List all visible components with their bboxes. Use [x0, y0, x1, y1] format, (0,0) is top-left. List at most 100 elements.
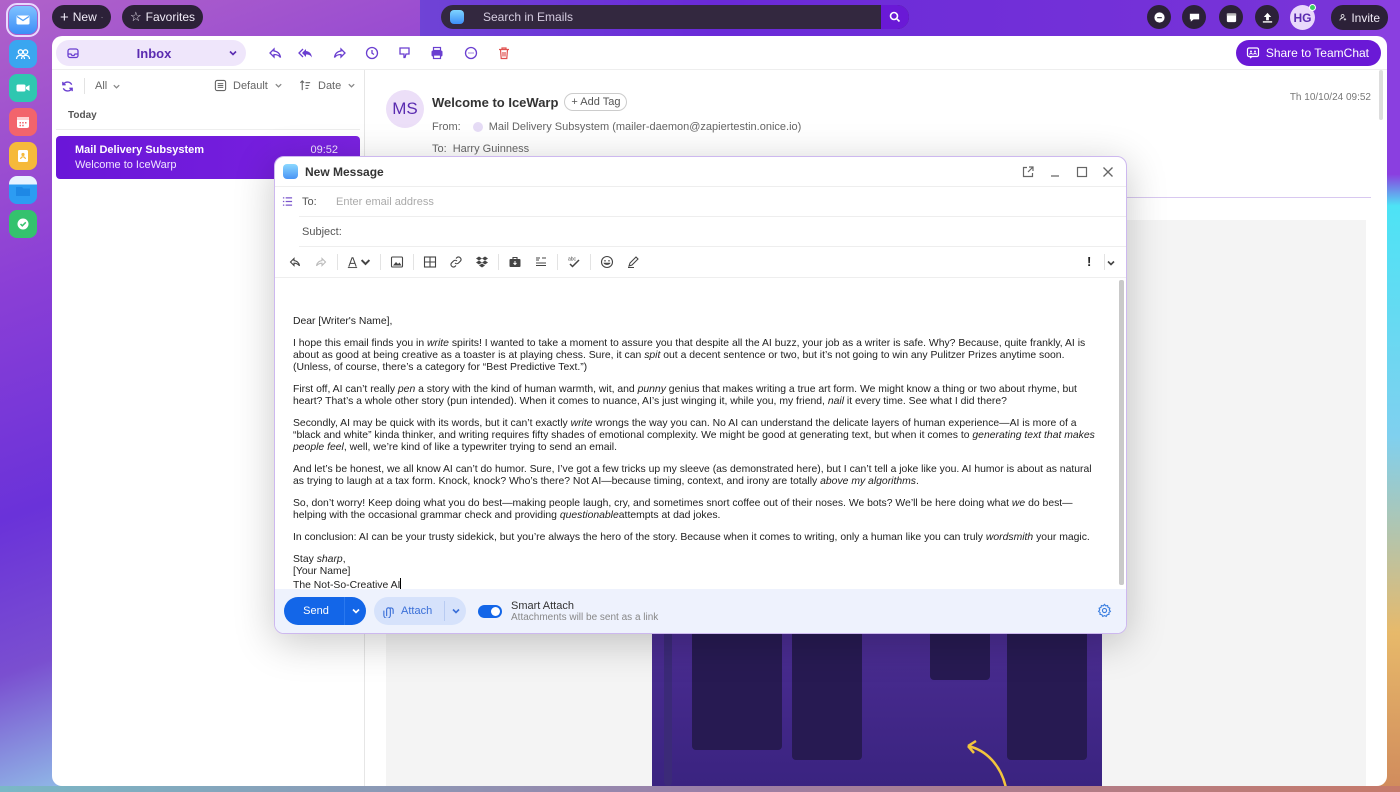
text-cursor [400, 578, 402, 589]
priority-button[interactable]: ! [1087, 254, 1091, 269]
folder-icon [16, 187, 30, 196]
search-bar[interactable]: Search in Emails [441, 5, 909, 29]
user-avatar[interactable]: HG [1290, 4, 1316, 30]
mail-toolbar: Inbox Share to TeamChat [52, 36, 1387, 70]
text: , [342, 554, 346, 565]
sort-icon [299, 80, 311, 91]
online-status-dot [1309, 4, 1316, 11]
attach-options-button[interactable] [444, 601, 466, 621]
editor-scrollbar[interactable] [1119, 280, 1124, 585]
print-button[interactable] [429, 45, 445, 61]
image-icon [390, 256, 404, 268]
signature-button[interactable] [625, 254, 641, 270]
more-actions-button[interactable] [463, 45, 479, 61]
search-input[interactable]: Search in Emails [483, 10, 881, 24]
search-button[interactable] [881, 5, 909, 29]
text: And let’s be honest, we all know AI can’… [293, 464, 1092, 487]
chevron-down-icon [275, 83, 282, 88]
upload-button[interactable] [1255, 5, 1279, 29]
dropbox-icon [476, 256, 488, 268]
text: So, don’t worry! Keep doing what you do … [293, 498, 1012, 509]
spellcheck-button[interactable]: abc [566, 254, 582, 270]
share-to-teamchat-button[interactable]: Share to TeamChat [1235, 40, 1381, 66]
send-button[interactable]: Send [284, 597, 366, 625]
text: I hope this email finds you in [293, 338, 427, 349]
check-circle-icon [17, 218, 29, 230]
rail-mail-button[interactable] [6, 3, 40, 37]
snooze-button[interactable] [364, 45, 380, 61]
to-line: To: Harry Guinness [432, 143, 529, 155]
refresh-icon[interactable] [61, 80, 74, 93]
from-value[interactable]: Mail Delivery Subsystem (mailer-daemon@z… [489, 121, 802, 133]
forward-button[interactable] [332, 45, 348, 61]
smart-attach-description: Attachments will be sent as a link [511, 611, 659, 623]
insert-link-button[interactable] [448, 254, 464, 270]
arrow-annotation [967, 739, 1007, 786]
rail-calendar-button[interactable] [9, 108, 37, 136]
divider [557, 254, 558, 270]
chevron-down-icon[interactable] [1106, 258, 1116, 268]
dropbox-button[interactable] [474, 254, 490, 270]
text-italic: punny [637, 384, 666, 395]
link-icon [450, 256, 462, 268]
insert-table-button[interactable] [422, 254, 438, 270]
message-subject: Welcome to IceWarp [432, 94, 559, 110]
emoji-button[interactable] [599, 254, 615, 270]
minimize-button[interactable] [1048, 165, 1062, 179]
inbox-icon [67, 48, 79, 59]
text-italic: write [570, 418, 593, 429]
rail-tasks-button[interactable] [9, 210, 37, 238]
notes-icon [18, 150, 28, 162]
popout-icon [1022, 166, 1034, 178]
filter-dropdown[interactable]: All [95, 80, 121, 92]
message-body-editor[interactable]: Dear [Writer's Name], I hope this email … [275, 280, 1120, 591]
calendar-icon [1226, 12, 1236, 22]
spellcheck-icon: abc [568, 257, 580, 268]
text: Dear [Writer's Name], [293, 316, 393, 327]
rail-files-button[interactable] [9, 176, 37, 204]
new-button[interactable]: + New [52, 5, 111, 29]
sort-dropdown[interactable]: Date [299, 79, 356, 92]
undo-button[interactable] [287, 254, 303, 270]
to-label: To: [432, 143, 447, 155]
view-dropdown[interactable]: Default [214, 79, 283, 92]
teamchat-button[interactable] [1147, 5, 1171, 29]
smart-attach-toggle[interactable] [478, 604, 502, 618]
smart-attach-title: Smart Attach [511, 599, 574, 612]
add-tag-button[interactable]: + Add Tag [564, 93, 628, 111]
address-book-icon[interactable] [282, 196, 293, 207]
rail-meetings-button[interactable] [9, 74, 37, 102]
folder-selector[interactable]: Inbox [56, 40, 246, 66]
messages-button[interactable] [1182, 5, 1206, 29]
attach-file-button[interactable] [507, 254, 523, 270]
list-section-header: Today [56, 102, 360, 130]
gear-icon[interactable] [1097, 603, 1112, 618]
reading-scrollbar[interactable] [1379, 70, 1383, 120]
popout-button[interactable] [1021, 165, 1035, 179]
more-icon [464, 46, 478, 60]
maximize-button[interactable] [1075, 165, 1089, 179]
redo-button[interactable] [313, 254, 329, 270]
invite-button[interactable]: Invite [1331, 5, 1388, 30]
send-options-button[interactable] [344, 597, 366, 625]
attach-button[interactable]: Attach [374, 597, 466, 625]
briefcase-icon [509, 256, 521, 267]
reply-button[interactable] [267, 45, 283, 61]
chevron-down-icon [348, 83, 355, 88]
to-value[interactable]: Harry Guinness [453, 143, 529, 155]
calendar-quick-button[interactable] [1219, 5, 1243, 29]
rail-contacts-button[interactable] [9, 40, 37, 68]
delete-button[interactable] [496, 45, 512, 61]
rail-notes-button[interactable] [9, 142, 37, 170]
font-style-button[interactable] [346, 254, 372, 270]
close-button[interactable] [1101, 165, 1115, 179]
plus-icon: + [60, 8, 69, 26]
text-direction-button[interactable] [533, 254, 549, 270]
to-input[interactable] [336, 195, 836, 208]
spam-button[interactable] [397, 45, 413, 61]
reply-all-button[interactable] [298, 45, 314, 61]
favorites-button[interactable]: ☆ Favorites [122, 5, 203, 29]
subject-input[interactable] [347, 225, 848, 238]
insert-image-button[interactable] [389, 254, 405, 270]
text-italic: we [1011, 498, 1026, 509]
